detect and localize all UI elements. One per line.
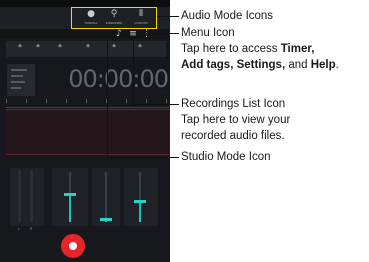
menu-callout-items: Add tags, Settings, <box>181 59 286 71</box>
audio-mode-callout-title: Audio Mode Icons <box>181 10 274 22</box>
menu-callout-period: . <box>335 59 339 71</box>
waveform-area[interactable] <box>6 109 170 155</box>
preset-icon: ◈ <box>36 43 40 49</box>
info-line <box>11 81 25 83</box>
studio-leader-vertical <box>107 41 108 158</box>
record-button[interactable] <box>61 234 85 258</box>
menu-callout-and: and <box>285 59 311 71</box>
recording-info-panel <box>7 64 35 96</box>
annotated-screenshot: ● NORMAL ⚲ INTERVIEW ⫴ CUSTOM ♪ ≡ ⋮ ◈ ···… <box>0 0 369 262</box>
limit-channel <box>124 168 158 226</box>
preset-item[interactable]: ◈ ··· <box>28 41 48 57</box>
gain-fader-fill <box>69 194 71 222</box>
lcf-fader-handle[interactable] <box>100 218 112 221</box>
recordings-list-icon[interactable]: ≡ <box>127 29 139 39</box>
preset-label: ··· <box>86 50 90 54</box>
studio-callout-title: Studio Mode Icon <box>181 151 271 163</box>
preset-label: ··· <box>58 50 62 54</box>
preset-label: ··· <box>18 50 22 54</box>
audio-mode-leader-line <box>157 16 179 17</box>
menu-callout-text: Tap here to access <box>181 43 281 55</box>
tick <box>166 99 167 103</box>
level-meter-right <box>30 170 33 222</box>
menu-leader-dot <box>146 33 147 34</box>
effect-presets: ◈ ··· ◈ ··· ◈ ··· ◈ ··· ◈ ··· ◈ ··· <box>6 41 166 57</box>
input-level-channel <box>10 168 44 226</box>
limit-fader-handle[interactable] <box>134 200 146 203</box>
preset-icon: ◈ <box>58 43 62 49</box>
preset-item[interactable]: ◈ ··· <box>10 41 30 57</box>
audio-mode-highlight-box <box>71 7 157 29</box>
tick <box>86 99 87 103</box>
preset-icon: ◈ <box>18 43 22 49</box>
menu-icon[interactable]: ⋮ <box>142 29 151 39</box>
voice-recorder-screen: ● NORMAL ⚲ INTERVIEW ⫴ CUSTOM ♪ ≡ ⋮ ◈ ···… <box>0 0 170 262</box>
channel-label-r: R <box>29 227 33 231</box>
info-line <box>11 75 23 77</box>
preset-item[interactable]: ◈ ··· <box>78 41 98 57</box>
lcf-fader-track <box>105 172 107 222</box>
recordings-list-leader-vertical <box>133 41 134 105</box>
level-meter-left <box>18 170 21 222</box>
recordings-list-callout-line2: recorded audio files. <box>181 130 285 142</box>
menu-callout-title: Menu Icon <box>181 27 235 39</box>
tick <box>46 99 47 103</box>
limit-fader-fill <box>139 201 141 222</box>
channel-label-l: L <box>18 227 20 231</box>
status-bar <box>0 0 170 7</box>
recordings-list-callout-line1: Tap here to view your <box>181 114 291 126</box>
tick <box>66 99 67 103</box>
menu-callout-help: Help <box>310 59 336 71</box>
tick <box>126 99 127 103</box>
studio-mode-icon[interactable]: ♪ <box>113 29 125 39</box>
preset-label: ··· <box>36 50 40 54</box>
record-icon <box>69 242 77 250</box>
info-line <box>11 87 21 89</box>
recordings-list-leader-horizontal <box>133 104 179 105</box>
preset-icon: ◈ <box>86 43 90 49</box>
menu-callout-line1: Tap here to access Timer, <box>181 42 314 56</box>
tick <box>6 99 7 103</box>
recording-status-text: · · · · <box>157 91 165 95</box>
info-line <box>11 69 27 71</box>
tick <box>26 99 27 103</box>
menu-leader-line <box>152 33 179 34</box>
recordings-list-callout-title: Recordings List Icon <box>181 98 286 110</box>
preset-item[interactable]: ◈ ··· <box>50 41 70 57</box>
gain-fader-handle[interactable] <box>64 193 76 196</box>
studio-leader-horizontal <box>107 157 179 158</box>
tick <box>146 99 147 103</box>
menu-callout-timer: Timer, <box>280 43 315 55</box>
menu-callout-line2: Add tags, Settings, and Help. <box>181 58 339 72</box>
